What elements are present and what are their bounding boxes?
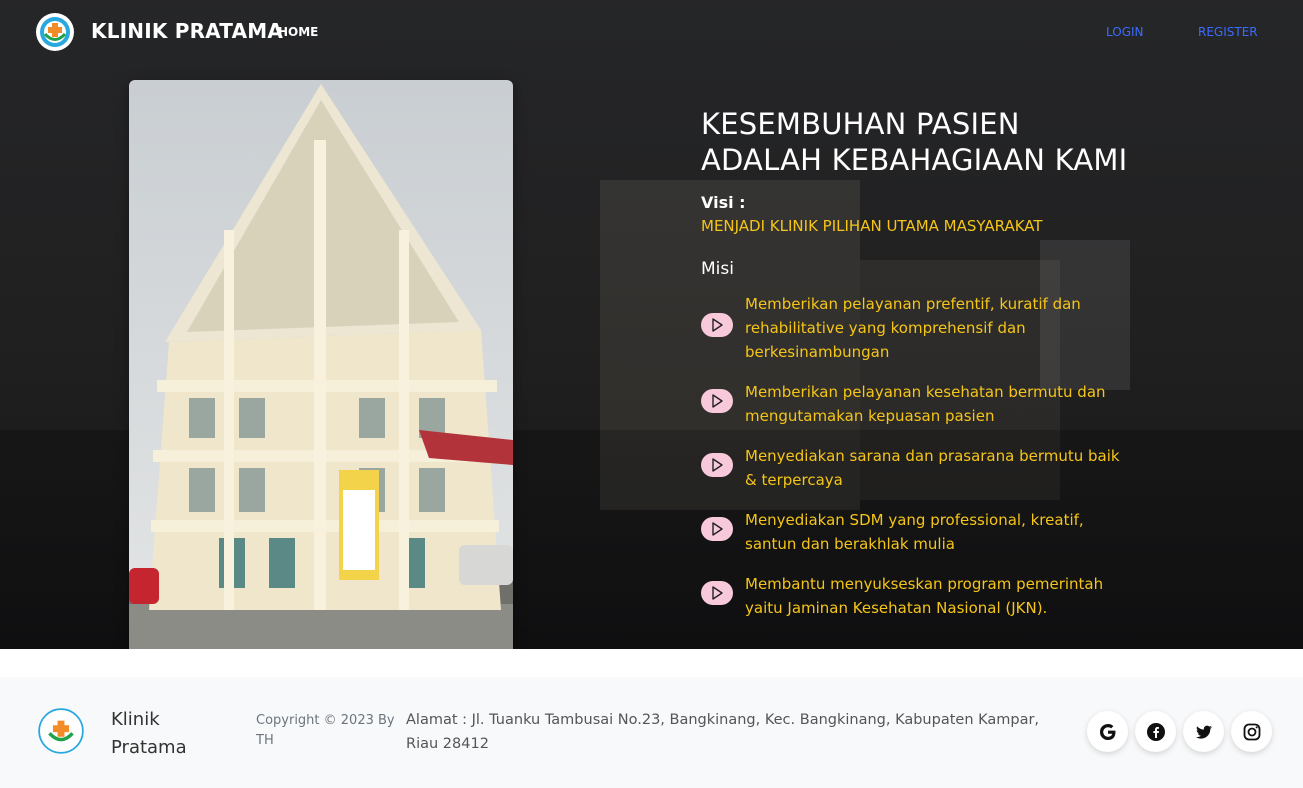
play-icon [701,453,733,477]
visi-label: Visi : [701,193,746,212]
misi-label: Misi [701,259,734,279]
headline-line-2: ADALAH KEBAHAGIAAN KAMI [701,143,1128,177]
hero-section: KLINIK PRATAMA HOME LOGIN REGISTER KESEM… [0,0,1303,649]
instagram-icon[interactable] [1231,711,1272,752]
hero-headline: KESEMBUHAN PASIEN ADALAH KEBAHAGIAAN KAM… [701,106,1127,178]
headline-line-1: KESEMBUHAN PASIEN [701,107,1020,141]
clinic-building-photo [129,80,513,649]
twitter-icon[interactable] [1183,711,1224,752]
play-icon [701,313,733,337]
footer-brand: Klinik Pratama [111,709,187,758]
nav-register-link[interactable]: REGISTER [1198,25,1258,39]
footer-logo [38,708,84,754]
misi-text: Membantu menyukseskan program pemerintah… [745,575,1104,617]
play-icon [701,581,733,605]
visi-text: MENJADI KLINIK PILIHAN UTAMA MASYARAKAT [701,217,1043,235]
nav-home-link[interactable]: HOME [278,25,318,39]
misi-text: Menyediakan sarana dan prasarana bermutu… [745,447,1120,489]
misi-text: Memberikan pelayanan kesehatan bermutu d… [745,383,1106,425]
footer: Klinik Pratama Copyright © 2023 By TH Al… [0,677,1303,788]
clinic-logo[interactable] [35,12,75,52]
misi-text: Memberikan pelayanan prefentif, kuratif … [745,295,1081,361]
navbar: KLINIK PRATAMA HOME LOGIN REGISTER [0,0,1303,64]
facebook-icon[interactable] [1135,711,1176,752]
play-icon [701,389,733,413]
play-icon [701,517,733,541]
nav-login-link[interactable]: LOGIN [1106,25,1144,39]
google-icon[interactable] [1087,711,1128,752]
brand-name[interactable]: KLINIK PRATAMA [91,19,283,43]
misi-text: Menyediakan SDM yang professional, kreat… [745,511,1084,553]
footer-address: Alamat : Jl. Tuanku Tambusai No.23, Bang… [406,712,1040,752]
footer-copyright: Copyright © 2023 By TH [256,713,395,748]
